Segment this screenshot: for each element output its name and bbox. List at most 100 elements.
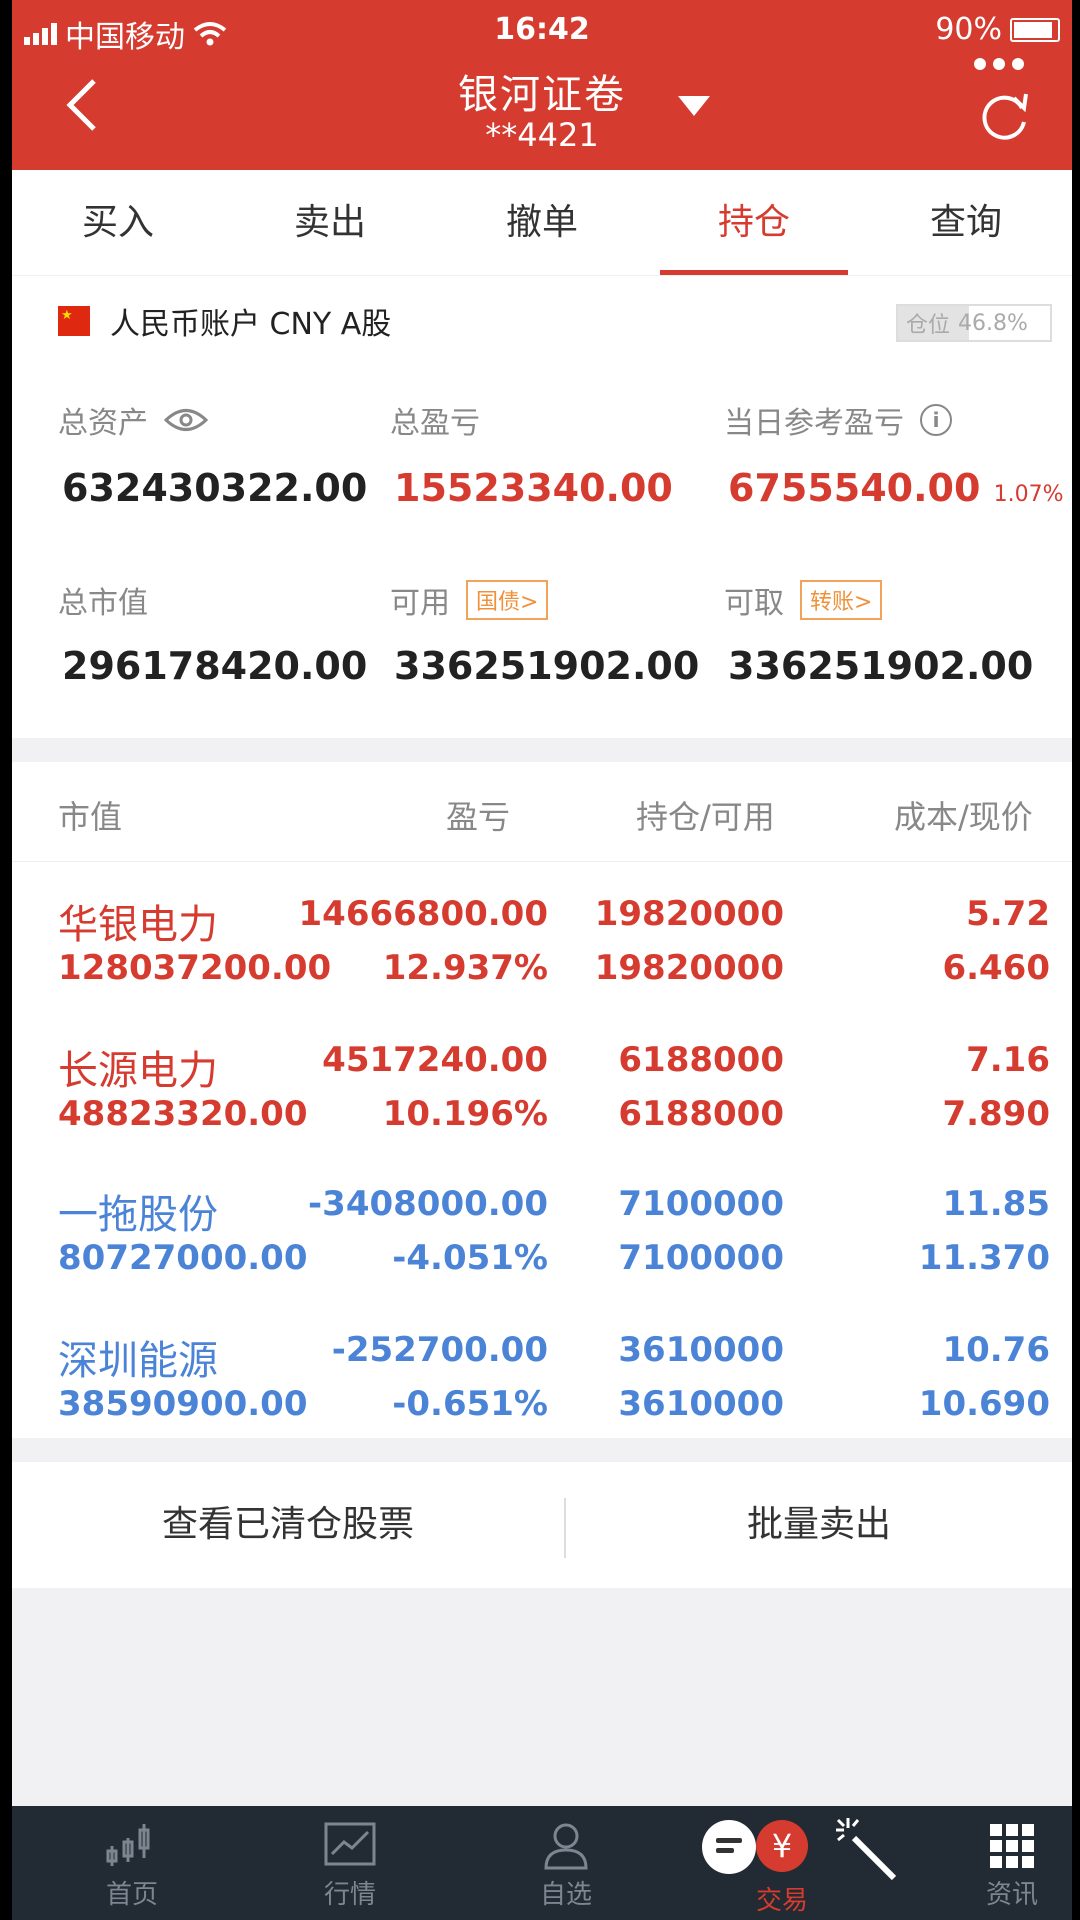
daily-pl-group: 6755540.00 1.07% bbox=[728, 466, 1064, 510]
stock-cost: 10.76 bbox=[942, 1330, 1050, 1370]
tab-query[interactable]: 查询 bbox=[860, 170, 1072, 275]
grid-icon bbox=[990, 1824, 1034, 1868]
stock-pl-percent: 10.196% bbox=[382, 1094, 548, 1134]
stock-market-value: 38590900.00 bbox=[58, 1384, 308, 1424]
total-assets-label-group: 总资产 bbox=[58, 398, 208, 442]
total-assets-value: 632430322.00 bbox=[62, 466, 368, 510]
app-screen: 中国移动 16:42 90% 银河证卷 **4421 买入 卖出 撤单 持仓 查… bbox=[12, 0, 1072, 1920]
account-summary: 人民币账户 CNY A股 仓位 46.8% 总资产 632430322.00 总… bbox=[12, 276, 1072, 738]
stock-price: 11.370 bbox=[918, 1238, 1050, 1278]
clock: 16:42 bbox=[494, 12, 590, 47]
battery-percent: 90% bbox=[935, 12, 1002, 47]
market-value-value: 296178420.00 bbox=[62, 644, 368, 688]
stock-market-value: 48823320.00 bbox=[58, 1094, 308, 1134]
stock-market-value: 80727000.00 bbox=[58, 1238, 308, 1278]
tabbar-label: 自选 bbox=[539, 1880, 592, 1910]
person-icon bbox=[544, 1823, 588, 1870]
holding-row[interactable]: 华银电力 128037200.00 14666800.00 12.937% 19… bbox=[12, 872, 1072, 1016]
holding-row[interactable]: 一拖股份 80727000.00 -3408000.00 -4.051% 710… bbox=[12, 1162, 1072, 1306]
stock-market-value: 128037200.00 bbox=[58, 948, 332, 988]
tabbar-market[interactable]: 行情 bbox=[290, 1806, 410, 1920]
tab-holdings[interactable]: 持仓 bbox=[648, 170, 860, 275]
holdings-header: 市值 盈亏 持仓/可用 成本/现价 bbox=[12, 762, 1072, 862]
total-pl-label: 总盈亏 bbox=[390, 406, 480, 441]
floating-assistant-button[interactable] bbox=[702, 1820, 756, 1874]
withdrawable-label-group: 可取 转账> bbox=[724, 578, 883, 622]
tabbar-label: 行情 bbox=[323, 1880, 376, 1910]
position-ratio-value: 46.8% bbox=[958, 310, 1028, 336]
holdings-actions: 查看已清仓股票 批量卖出 bbox=[12, 1462, 1072, 1588]
stock-pl-percent: -0.651% bbox=[392, 1384, 548, 1424]
treasury-bond-link[interactable]: 国债> bbox=[466, 580, 549, 620]
bottom-tab-bar: 首页 行情 自选 ¥ 交易 资讯 bbox=[12, 1806, 1072, 1920]
total-assets-label: 总资产 bbox=[58, 406, 148, 441]
stock-price: 6.460 bbox=[942, 948, 1050, 988]
withdrawable-value: 336251902.00 bbox=[728, 644, 1034, 688]
daily-pl-value: 6755540.00 bbox=[728, 466, 981, 510]
stock-position: 7100000 bbox=[618, 1184, 784, 1224]
magic-wand-icon[interactable] bbox=[834, 1816, 904, 1886]
stock-pl: -252700.00 bbox=[331, 1330, 548, 1370]
tab-sell[interactable]: 卖出 bbox=[224, 170, 436, 275]
transfer-link[interactable]: 转账> bbox=[800, 580, 883, 620]
view-cleared-stocks-button[interactable]: 查看已清仓股票 bbox=[12, 1462, 564, 1588]
stock-cost: 11.85 bbox=[942, 1184, 1050, 1224]
stock-name: 长源电力 bbox=[58, 1048, 218, 1094]
stock-pl: 14666800.00 bbox=[298, 894, 549, 934]
tab-cancel-order[interactable]: 撤单 bbox=[436, 170, 648, 275]
header: 中国移动 16:42 90% 银河证卷 **4421 bbox=[12, 0, 1072, 170]
tabbar-watchlist[interactable]: 自选 bbox=[506, 1806, 626, 1920]
available-label-group: 可用 国债> bbox=[390, 578, 549, 622]
china-flag-icon bbox=[58, 306, 90, 336]
daily-pl-label: 当日参考盈亏 bbox=[724, 406, 904, 441]
available-value: 336251902.00 bbox=[394, 644, 700, 688]
total-pl-value: 15523340.00 bbox=[394, 466, 673, 510]
stock-cost: 5.72 bbox=[966, 894, 1050, 934]
stock-price: 7.890 bbox=[942, 1094, 1050, 1134]
battery-icon bbox=[1010, 17, 1060, 42]
stock-name: 深圳能源 bbox=[58, 1338, 218, 1384]
holding-row[interactable]: 长源电力 48823320.00 4517240.00 10.196% 6188… bbox=[12, 1018, 1072, 1162]
eye-icon[interactable] bbox=[164, 407, 208, 433]
account-number: **4421 bbox=[485, 116, 599, 154]
tabbar-label: 资讯 bbox=[985, 1880, 1038, 1910]
trade-tabs: 买入 卖出 撤单 持仓 查询 bbox=[12, 170, 1072, 275]
caret-down-icon[interactable] bbox=[678, 96, 710, 116]
tabbar-label: 首页 bbox=[105, 1880, 158, 1910]
yen-icon: ¥ bbox=[756, 1820, 808, 1872]
stock-position: 6188000 bbox=[618, 1040, 784, 1080]
batch-sell-button[interactable]: 批量卖出 bbox=[566, 1462, 1072, 1588]
tabbar-label: 交易 bbox=[755, 1886, 808, 1916]
chart-icon bbox=[324, 1822, 376, 1866]
stock-position: 3610000 bbox=[618, 1330, 784, 1370]
header-position: 持仓/可用 bbox=[636, 798, 775, 836]
account-switcher[interactable]: 银河证卷 **4421 bbox=[12, 62, 1072, 154]
stock-name: 一拖股份 bbox=[58, 1192, 218, 1238]
stock-available: 7100000 bbox=[618, 1238, 784, 1278]
tab-buy[interactable]: 买入 bbox=[12, 170, 224, 275]
page-title: 银河证卷 bbox=[458, 72, 626, 118]
tabbar-home[interactable]: 首页 bbox=[72, 1806, 192, 1920]
position-ratio-label: 仓位 bbox=[906, 313, 951, 338]
stock-cost: 7.16 bbox=[966, 1040, 1050, 1080]
status-bar: 中国移动 16:42 90% bbox=[12, 10, 1072, 55]
header-cost-price: 成本/现价 bbox=[894, 798, 1033, 836]
info-icon[interactable]: i bbox=[920, 404, 952, 436]
stock-name: 华银电力 bbox=[58, 902, 218, 948]
stock-available: 3610000 bbox=[618, 1384, 784, 1424]
available-label: 可用 bbox=[390, 586, 450, 621]
stock-pl: 4517240.00 bbox=[322, 1040, 548, 1080]
stock-position: 19820000 bbox=[594, 894, 784, 934]
market-value-label: 总市值 bbox=[58, 586, 148, 621]
withdrawable-label: 可取 bbox=[724, 586, 784, 621]
header-market-value: 市值 bbox=[58, 798, 123, 836]
header-pl: 盈亏 bbox=[446, 798, 511, 836]
refresh-icon[interactable] bbox=[976, 88, 1032, 144]
stock-available: 6188000 bbox=[618, 1094, 784, 1134]
tabbar-news[interactable]: 资讯 bbox=[952, 1806, 1072, 1920]
stock-pl-percent: -4.051% bbox=[392, 1238, 548, 1278]
holding-row[interactable]: 深圳能源 38590900.00 -252700.00 -0.651% 3610… bbox=[12, 1308, 1072, 1452]
candlestick-icon bbox=[106, 1824, 150, 1866]
more-icon[interactable] bbox=[974, 58, 1024, 70]
position-ratio-badge: 仓位 46.8% bbox=[896, 304, 1052, 342]
